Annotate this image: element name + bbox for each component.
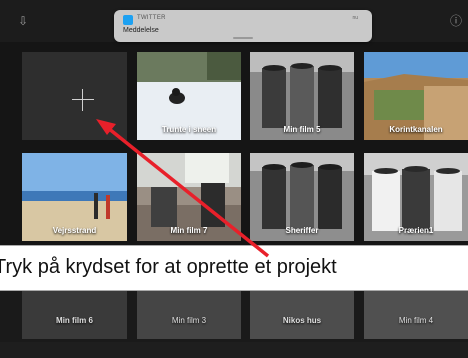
notification-time: nu [352, 15, 358, 21]
plus-icon[interactable] [72, 99, 94, 100]
project-title: Nikos hus [282, 316, 322, 325]
project-title: Min film 3 [171, 316, 207, 325]
project-tile-min-film-4[interactable]: Min film 4 [364, 289, 468, 339]
project-title: Min film 6 [56, 316, 93, 325]
notification-app-name: TWITTER [137, 15, 166, 21]
plus-icon-vertical[interactable] [82, 89, 83, 111]
project-tile-min-film-5[interactable]: Min film 5 [250, 52, 354, 140]
project-browser: ⇩ ⓘ Trunte i sneen Min film 5 Korintkana… [0, 0, 468, 358]
project-title: Trunte i sneen [161, 125, 217, 134]
instruction-text: Tryk på krydset for at oprette et projek… [0, 256, 337, 278]
notification-grabber[interactable] [233, 37, 253, 39]
project-title: Min film 7 [170, 226, 208, 235]
project-tile-nikos-hus[interactable]: Nikos hus [250, 289, 354, 339]
project-tile-min-film-3[interactable]: Min film 3 [137, 289, 241, 339]
instruction-banner: Tryk på krydset for at oprette et projek… [0, 245, 468, 291]
import-icon[interactable]: ⇩ [16, 14, 30, 28]
project-tile-trunte[interactable]: Trunte i sneen [137, 52, 241, 140]
project-title: Korintkanalen [389, 125, 443, 134]
info-icon[interactable]: ⓘ [449, 14, 463, 28]
project-title: Vejrsstrand [52, 226, 97, 235]
project-tile-korintkanalen[interactable]: Korintkanalen [364, 52, 468, 140]
twitter-notification[interactable]: TWITTER nu Meddelelse [114, 10, 372, 42]
project-title: Sheriffer [285, 226, 319, 235]
project-title: Min film 4 [398, 316, 434, 325]
twitter-bird-icon [123, 15, 133, 25]
project-tile-sheriffer[interactable]: Sheriffer [250, 153, 354, 241]
project-title: Min film 5 [283, 125, 321, 134]
project-title: Prærien1 [398, 226, 434, 235]
project-tile-min-film-7[interactable]: Min film 7 [137, 153, 241, 241]
project-tile-min-film-6[interactable]: Min film 6 [22, 289, 127, 339]
new-project-tile[interactable] [22, 52, 127, 140]
project-tile-vejrsstrand[interactable]: Vejrsstrand [22, 153, 127, 241]
fourth-row-edge [0, 342, 468, 358]
project-tile-praerien[interactable]: Prærien1 [364, 153, 468, 241]
notification-message: Meddelelse [123, 27, 159, 34]
